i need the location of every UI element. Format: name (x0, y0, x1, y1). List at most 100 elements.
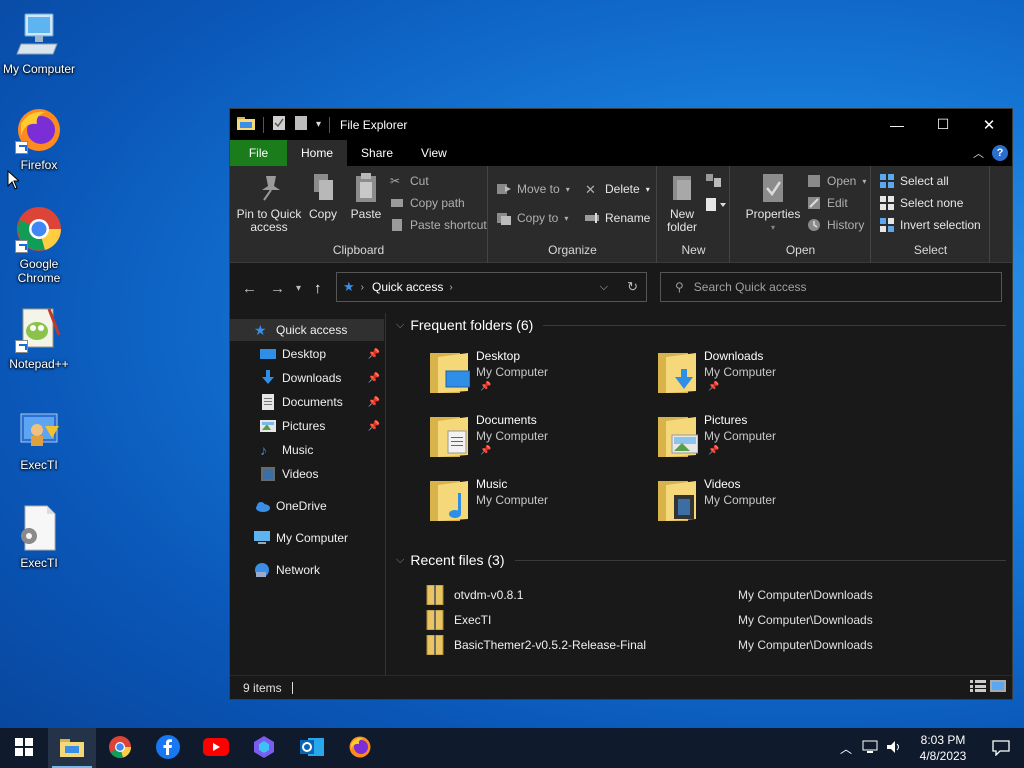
start-button[interactable] (0, 728, 48, 768)
nav-videos[interactable]: Videos (230, 463, 384, 485)
up-arrow-icon[interactable]: ↑ (314, 280, 322, 297)
new-folder-button[interactable]: New folder (662, 170, 702, 234)
easy-access-icon[interactable] (706, 198, 728, 215)
pin-icon[interactable]: 📌 (368, 421, 380, 432)
recent-file-row[interactable]: ExecTI My Computer\Downloads (426, 609, 1006, 631)
folder-location: My Computer (476, 493, 549, 507)
close-button[interactable]: ✕ (966, 109, 1012, 140)
invert-selection-button[interactable]: Invert selection (880, 218, 981, 232)
frequent-folders-header[interactable]: ⌵ Frequent folders (6) (396, 317, 1006, 333)
nav-desktop[interactable]: Desktop 📌 (230, 343, 384, 365)
taskbar-chrome[interactable] (96, 728, 144, 768)
nav-documents[interactable]: Documents 📌 (230, 391, 384, 413)
move-to-label: Move to (517, 182, 560, 196)
pin-quick-access-button[interactable]: Pin to Quick access (234, 170, 304, 234)
open-button[interactable]: Open ▾ (807, 174, 866, 188)
forward-arrow-icon[interactable]: → (270, 280, 285, 297)
edit-button[interactable]: Edit (807, 196, 848, 210)
address-bar[interactable]: ★ › Quick access › ⌵ ↻ (336, 272, 647, 302)
taskbar-outlook[interactable] (288, 728, 336, 768)
recent-files-header[interactable]: ⌵ Recent files (3) (396, 552, 1006, 568)
recent-file-row[interactable]: otvdm-v0.8.1 My Computer\Downloads (426, 584, 1006, 606)
cut-button[interactable]: ✂ Cut (390, 174, 429, 188)
desktop-icon-execti-file[interactable]: ExecTI (1, 504, 77, 570)
search-box[interactable]: ⚲ Search Quick access (660, 272, 1002, 302)
recent-locations-icon[interactable]: ▾ (296, 283, 301, 294)
taskbar-youtube[interactable] (192, 728, 240, 768)
nav-label: My Computer (276, 531, 349, 545)
notification-center-icon[interactable] (978, 740, 1024, 756)
nav-label: Network (276, 563, 321, 577)
rename-button[interactable]: Rename (585, 211, 650, 225)
pin-icon[interactable]: 📌 (368, 349, 380, 360)
pin-icon[interactable]: 📌 (368, 397, 380, 408)
large-icons-view-icon[interactable] (990, 680, 1006, 695)
copy-path-button[interactable]: Copy path (390, 196, 465, 210)
desktop-icon-firefox[interactable]: Firefox (1, 106, 77, 172)
document-icon (260, 394, 276, 410)
folder-tile-pictures[interactable]: Pictures My Computer 📌 (658, 413, 858, 467)
scissors-icon: ✂ (390, 174, 401, 188)
show-hidden-icons-icon[interactable]: ︿ (840, 740, 852, 757)
qat-customize-icon[interactable]: ▾ (316, 119, 321, 130)
file-name: ExecTI (454, 613, 492, 627)
properties-button[interactable]: Properties ▾ (745, 170, 801, 234)
network-status-icon[interactable] (862, 740, 878, 757)
clock[interactable]: 8:03 PM 4/8/2023 (908, 732, 978, 764)
tab-share[interactable]: Share (347, 140, 407, 166)
item-count: 9 items (243, 680, 282, 695)
taskbar-azure[interactable] (240, 728, 288, 768)
address-dropdown-icon[interactable]: ⌵ (600, 281, 608, 294)
desktop-icon-execti[interactable]: ExecTI (1, 406, 77, 472)
help-icon[interactable]: ? (992, 145, 1008, 161)
title-bar[interactable]: ▾ File Explorer — ☐ ✕ (230, 109, 1012, 140)
pin-icon[interactable]: 📌 (368, 373, 380, 384)
folder-tile-downloads[interactable]: Downloads My Computer 📌 (658, 349, 858, 403)
copy-button[interactable]: Copy (306, 170, 340, 221)
tab-home[interactable]: Home (287, 140, 348, 166)
breadcrumb-quick-access[interactable]: Quick access (372, 280, 443, 294)
history-button[interactable]: History (807, 218, 864, 232)
nav-onedrive[interactable]: OneDrive (230, 495, 384, 517)
details-view-icon[interactable] (970, 680, 986, 695)
refresh-icon[interactable]: ↻ (627, 279, 638, 295)
tab-view[interactable]: View (407, 140, 461, 166)
nav-downloads[interactable]: Downloads 📌 (230, 367, 384, 389)
move-to-button[interactable]: Move to ▾ (497, 182, 570, 196)
new-item-icon[interactable] (706, 174, 722, 191)
collapse-ribbon-icon[interactable]: ︿ (973, 145, 984, 161)
nav-my-computer[interactable]: My Computer (230, 527, 384, 549)
taskbar-firefox[interactable] (336, 728, 384, 768)
nav-label: Pictures (282, 419, 326, 433)
nav-pictures[interactable]: Pictures 📌 (230, 415, 384, 437)
select-none-button[interactable]: Select none (880, 196, 963, 210)
folder-tile-music[interactable]: Music My Computer (430, 477, 630, 531)
new-folder-qat-icon[interactable] (294, 115, 308, 134)
maximize-button[interactable]: ☐ (920, 109, 966, 140)
back-arrow-icon[interactable]: ← (242, 280, 257, 297)
copy-to-button[interactable]: Copy to ▾ (497, 211, 568, 225)
taskbar-facebook[interactable] (144, 728, 192, 768)
taskbar-file-explorer[interactable] (48, 728, 96, 768)
paste-button[interactable]: Paste (348, 170, 384, 221)
folder-tile-documents[interactable]: Documents My Computer 📌 (430, 413, 630, 467)
nav-network[interactable]: Network (230, 559, 384, 581)
tab-file[interactable]: File (230, 140, 287, 166)
paste-shortcut-button[interactable]: Paste shortcut (390, 218, 487, 232)
nav-quick-access[interactable]: ★ Quick access (230, 319, 384, 341)
recent-file-row[interactable]: BasicThemer2-v0.5.2-Release-Final My Com… (426, 634, 1006, 656)
desktop-icon-my-computer[interactable]: My Computer (1, 10, 77, 76)
execti-file-icon (15, 504, 63, 552)
desktop-icon-notepadpp[interactable]: Notepad++ (1, 305, 77, 371)
folder-tile-videos[interactable]: Videos My Computer (658, 477, 858, 531)
delete-button[interactable]: ✕ Delete ▾ (585, 182, 650, 197)
properties-qat-icon[interactable] (272, 115, 286, 134)
volume-icon[interactable] (886, 740, 902, 757)
select-all-button[interactable]: Select all (880, 174, 949, 188)
desktop-icon-chrome[interactable]: Google Chrome (1, 205, 77, 285)
folder-location: My Computer (704, 429, 777, 443)
nav-music[interactable]: ♪ Music (230, 439, 384, 461)
minimize-button[interactable]: — (874, 109, 920, 140)
file-path: My Computer\Downloads (738, 638, 873, 652)
folder-tile-desktop[interactable]: Desktop My Computer 📌 (430, 349, 630, 403)
